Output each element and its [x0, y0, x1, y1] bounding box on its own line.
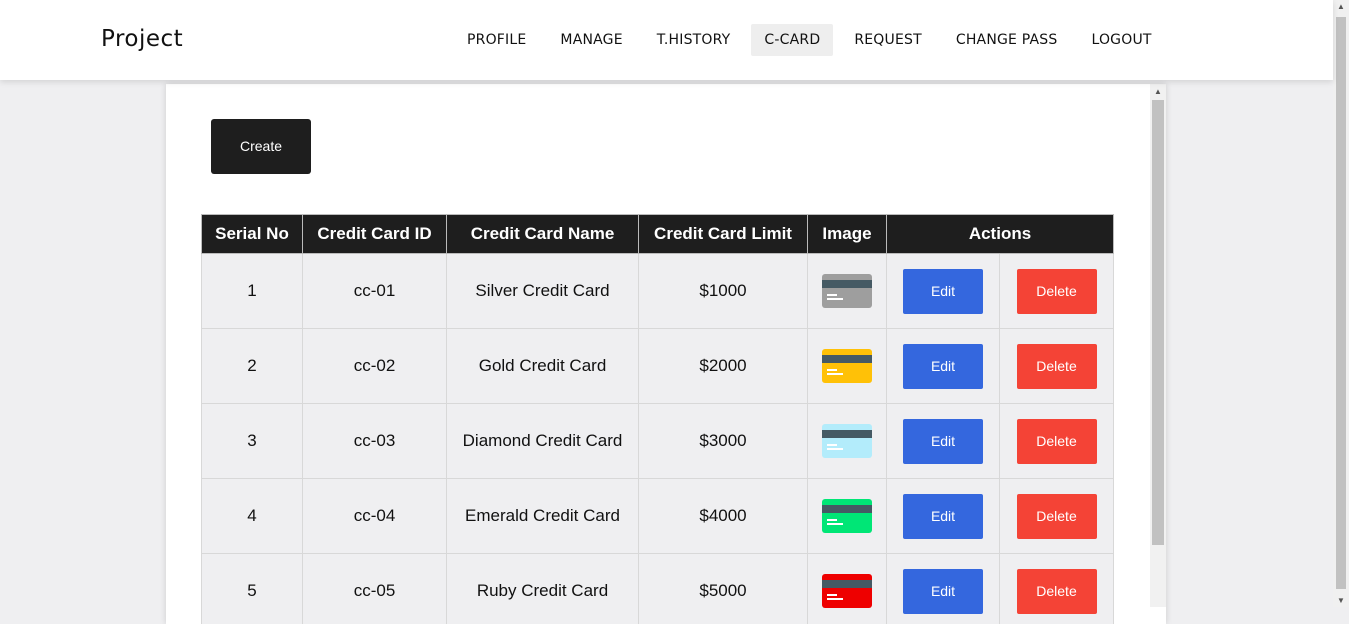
header-serial-no: Serial No	[202, 215, 303, 254]
delete-cell: Delete	[1000, 479, 1114, 554]
table-row: 3cc-03Diamond Credit Card$3000 Edit Delete	[202, 404, 1114, 479]
nav-t-history[interactable]: T.HISTORY	[644, 24, 744, 56]
page-scroll-up-icon[interactable]: ▲	[1337, 2, 1345, 11]
card-id-cell: cc-02	[303, 329, 447, 404]
header-actions: Actions	[887, 215, 1114, 254]
credit-card-icon	[822, 274, 872, 308]
delete-cell: Delete	[1000, 404, 1114, 479]
credit-card-icon	[822, 424, 872, 458]
nav-profile[interactable]: PROFILE	[454, 24, 539, 56]
edit-button[interactable]: Edit	[903, 419, 983, 464]
edit-button[interactable]: Edit	[903, 494, 983, 539]
card-id-cell: cc-03	[303, 404, 447, 479]
panel-scrollbar[interactable]: ▲	[1150, 84, 1166, 607]
header-credit-card-limit: Credit Card Limit	[639, 215, 808, 254]
content-panel: Create Serial No Credit Card ID Credit C…	[166, 84, 1166, 624]
delete-cell: Delete	[1000, 254, 1114, 329]
nav-change-pass[interactable]: CHANGE PASS	[943, 24, 1071, 56]
scroll-up-arrow-icon[interactable]: ▲	[1154, 87, 1162, 96]
table-row: 2cc-02Gold Credit Card$2000 Edit Delete	[202, 329, 1114, 404]
edit-button[interactable]: Edit	[903, 269, 983, 314]
serial-no-cell: 3	[202, 404, 303, 479]
brand-title[interactable]: Project	[101, 26, 183, 52]
edit-cell: Edit	[887, 479, 1000, 554]
card-image-cell	[808, 554, 887, 624]
edit-cell: Edit	[887, 254, 1000, 329]
header-image: Image	[808, 215, 887, 254]
nav-manage[interactable]: MANAGE	[547, 24, 635, 56]
card-image-cell	[808, 404, 887, 479]
card-image-cell	[808, 329, 887, 404]
credit-card-icon	[822, 349, 872, 383]
card-name-cell: Gold Credit Card	[447, 329, 639, 404]
card-name-cell: Silver Credit Card	[447, 254, 639, 329]
header-credit-card-name: Credit Card Name	[447, 215, 639, 254]
credit-card-icon	[822, 499, 872, 533]
serial-no-cell: 1	[202, 254, 303, 329]
table-row: 5cc-05Ruby Credit Card$5000 EditDelete	[202, 554, 1114, 624]
card-name-cell: Ruby Credit Card	[447, 554, 639, 624]
credit-card-icon	[822, 574, 872, 608]
card-limit-cell: $1000	[639, 254, 808, 329]
nav-request[interactable]: REQUEST	[841, 24, 935, 56]
table-row: 4cc-04Emerald Credit Card$4000 Edit Delete	[202, 479, 1114, 554]
delete-button[interactable]: Delete	[1017, 344, 1097, 389]
page-scroll-down-icon[interactable]: ▼	[1337, 596, 1345, 605]
table-row: 1cc-01Silver Credit Card$1000 Edit Delete	[202, 254, 1114, 329]
delete-button[interactable]: Delete	[1017, 269, 1097, 314]
serial-no-cell: 2	[202, 329, 303, 404]
delete-cell: Delete	[1000, 329, 1114, 404]
create-button[interactable]: Create	[211, 119, 311, 174]
edit-cell: Edit	[887, 554, 1000, 624]
panel-scroll-thumb[interactable]	[1152, 100, 1164, 545]
card-id-cell: cc-05	[303, 554, 447, 624]
card-name-cell: Diamond Credit Card	[447, 404, 639, 479]
nav-menu: PROFILEMANAGE T.HISTORYC-CARDREQUESTCHANG…	[450, 24, 1169, 56]
header-credit-card-id: Credit Card ID	[303, 215, 447, 254]
card-name-cell: Emerald Credit Card	[447, 479, 639, 554]
serial-no-cell: 4	[202, 479, 303, 554]
credit-card-table: Serial No Credit Card ID Credit Card Nam…	[201, 214, 1114, 624]
page-scrollbar[interactable]: ▲ ▼	[1333, 0, 1349, 607]
edit-button[interactable]: Edit	[903, 344, 983, 389]
serial-no-cell: 5	[202, 554, 303, 624]
nav-logout[interactable]: LOGOUT	[1078, 24, 1164, 56]
card-limit-cell: $2000	[639, 329, 808, 404]
edit-cell: Edit	[887, 404, 1000, 479]
card-id-cell: cc-04	[303, 479, 447, 554]
card-image-cell	[808, 254, 887, 329]
page-scroll-thumb[interactable]	[1336, 17, 1346, 589]
delete-cell: Delete	[1000, 554, 1114, 624]
delete-button[interactable]: Delete	[1017, 494, 1097, 539]
top-navbar: Project PROFILEMANAGE T.HISTORYC-CARDREQU…	[0, 0, 1333, 80]
card-limit-cell: $5000	[639, 554, 808, 624]
card-image-cell	[808, 479, 887, 554]
delete-button[interactable]: Delete	[1017, 419, 1097, 464]
card-limit-cell: $3000	[639, 404, 808, 479]
card-id-cell: cc-01	[303, 254, 447, 329]
edit-cell: Edit	[887, 329, 1000, 404]
nav-c-card[interactable]: C-CARD	[751, 24, 833, 56]
card-limit-cell: $4000	[639, 479, 808, 554]
table-header-row: Serial No Credit Card ID Credit Card Nam…	[202, 215, 1114, 254]
